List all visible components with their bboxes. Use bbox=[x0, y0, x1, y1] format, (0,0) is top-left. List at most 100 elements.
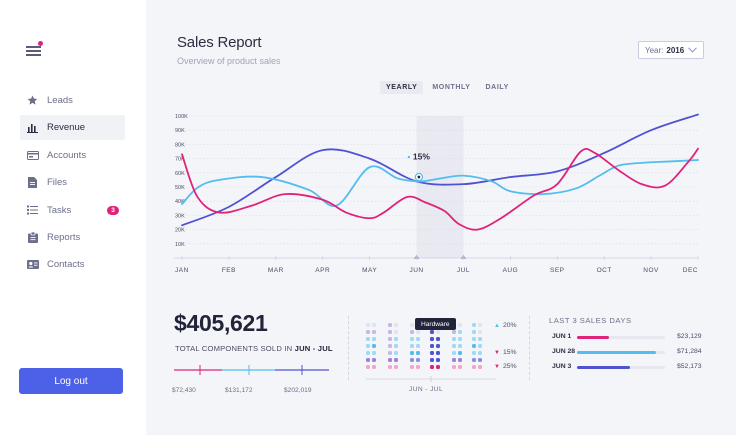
series-line-pink bbox=[181, 147, 699, 231]
year-select[interactable]: Year: 2016 bbox=[638, 41, 704, 59]
range-handle-icon bbox=[460, 255, 467, 259]
sidebar-item-label: Contacts bbox=[47, 259, 85, 271]
percent-value: 20% bbox=[502, 322, 517, 329]
clipboard-icon bbox=[26, 231, 39, 243]
highlight-dot-icon bbox=[407, 155, 411, 159]
bar-chart-icon bbox=[26, 122, 39, 134]
category-dot bbox=[372, 337, 376, 341]
sidebar-item-leads[interactable]: Leads bbox=[20, 88, 125, 113]
sidebar-item-label: Tasks bbox=[47, 204, 72, 216]
tasks-icon bbox=[26, 204, 39, 216]
total-caption-range: JUN - JUL bbox=[294, 344, 333, 353]
category-dot bbox=[458, 358, 462, 362]
day-bar-track bbox=[577, 366, 665, 369]
category-dot bbox=[394, 323, 398, 327]
sidebar-item-accounts[interactable]: Accounts bbox=[20, 143, 125, 168]
category-dot bbox=[372, 365, 376, 369]
y-tick-label: 30K bbox=[175, 213, 185, 219]
sidebar-item-reports[interactable]: Reports bbox=[20, 225, 125, 250]
x-tick-label: APR bbox=[315, 267, 330, 274]
day-value: $71,284 bbox=[677, 348, 702, 355]
sidebar-nav: Leads Revenue Accounts Files Tasks 3 Rep… bbox=[20, 88, 125, 280]
category-dot bbox=[436, 344, 440, 348]
category-dot bbox=[452, 358, 456, 362]
y-tick-label: 70K bbox=[175, 157, 185, 163]
category-dot bbox=[478, 351, 482, 355]
x-tick-label: DEC bbox=[683, 267, 698, 274]
star-icon bbox=[26, 95, 39, 107]
category-dot bbox=[436, 351, 440, 355]
y-tick-label: 80K bbox=[175, 142, 185, 148]
category-dot bbox=[388, 365, 392, 369]
sidebar-item-label: Revenue bbox=[47, 122, 86, 134]
category-dot bbox=[430, 344, 434, 348]
category-dot bbox=[388, 337, 392, 341]
day-bar-fill bbox=[577, 366, 630, 369]
chevron-down-icon bbox=[688, 47, 697, 53]
category-dot bbox=[436, 337, 440, 341]
divider bbox=[348, 316, 349, 380]
category-dot bbox=[430, 351, 434, 355]
category-dot bbox=[458, 323, 462, 327]
period-tabs: YEARLY MONTHLY DAILY bbox=[380, 81, 518, 94]
category-dot bbox=[430, 358, 434, 362]
y-tick-label: 40K bbox=[175, 199, 185, 205]
series-line-cyan bbox=[181, 159, 699, 207]
category-dot bbox=[388, 330, 392, 334]
percent-value: 25% bbox=[502, 363, 517, 370]
y-tick-label: 90K bbox=[175, 128, 185, 134]
category-dot bbox=[452, 344, 456, 348]
logout-button[interactable]: Log out bbox=[19, 368, 123, 394]
y-tick-label: 50K bbox=[175, 185, 185, 191]
y-tick-label: 60K bbox=[175, 171, 185, 177]
category-dot bbox=[410, 344, 414, 348]
category-dot bbox=[410, 330, 414, 334]
segment-value-1: $72,430 bbox=[172, 387, 196, 394]
sidebar-item-label: Files bbox=[47, 177, 68, 189]
category-dot bbox=[394, 337, 398, 341]
category-dot bbox=[452, 330, 456, 334]
category-dot bbox=[478, 323, 482, 327]
x-tick-label: MAY bbox=[362, 267, 377, 274]
contact-card-icon bbox=[26, 259, 39, 271]
trend-up-icon: ▲ bbox=[494, 322, 500, 329]
category-dot bbox=[416, 365, 420, 369]
category-dot bbox=[458, 344, 462, 348]
hamburger-menu-icon[interactable] bbox=[26, 41, 43, 56]
sidebar-item-label: Leads bbox=[47, 95, 73, 106]
dot-grid-axis bbox=[366, 376, 496, 382]
category-dot bbox=[410, 358, 414, 362]
category-dot bbox=[478, 358, 482, 362]
y-tick-label: 10K bbox=[175, 242, 185, 248]
category-dot bbox=[394, 351, 398, 355]
sidebar-item-files[interactable]: Files bbox=[20, 170, 125, 195]
category-dot bbox=[430, 337, 434, 341]
tab-yearly[interactable]: YEARLY bbox=[380, 81, 424, 94]
hardware-tooltip: Hardware bbox=[415, 318, 456, 330]
sidebar-item-revenue[interactable]: Revenue bbox=[20, 115, 125, 141]
category-dot bbox=[436, 330, 440, 334]
category-dot bbox=[478, 344, 482, 348]
category-dot bbox=[366, 337, 370, 341]
range-handle-icon bbox=[413, 255, 420, 259]
category-dot bbox=[458, 351, 462, 355]
sidebar: Leads Revenue Accounts Files Tasks 3 Rep… bbox=[0, 0, 146, 435]
category-dot bbox=[452, 337, 456, 341]
category-dot bbox=[372, 344, 376, 348]
category-dot bbox=[416, 337, 420, 341]
sidebar-item-tasks[interactable]: Tasks 3 bbox=[20, 198, 125, 223]
sidebar-item-contacts[interactable]: Contacts bbox=[20, 252, 125, 277]
category-dot bbox=[366, 344, 370, 348]
page-title: Sales Report bbox=[177, 34, 262, 51]
category-dot bbox=[478, 337, 482, 341]
category-dot bbox=[416, 344, 420, 348]
category-dot bbox=[430, 365, 434, 369]
category-dot bbox=[452, 365, 456, 369]
category-dot bbox=[388, 323, 392, 327]
tab-monthly[interactable]: MONTHLY bbox=[426, 81, 476, 94]
x-tick-label: NOV bbox=[643, 267, 659, 274]
tab-daily[interactable]: DAILY bbox=[480, 81, 515, 94]
category-dot bbox=[388, 358, 392, 362]
segment-value-2: $131,172 bbox=[225, 387, 253, 394]
category-dot bbox=[372, 323, 376, 327]
